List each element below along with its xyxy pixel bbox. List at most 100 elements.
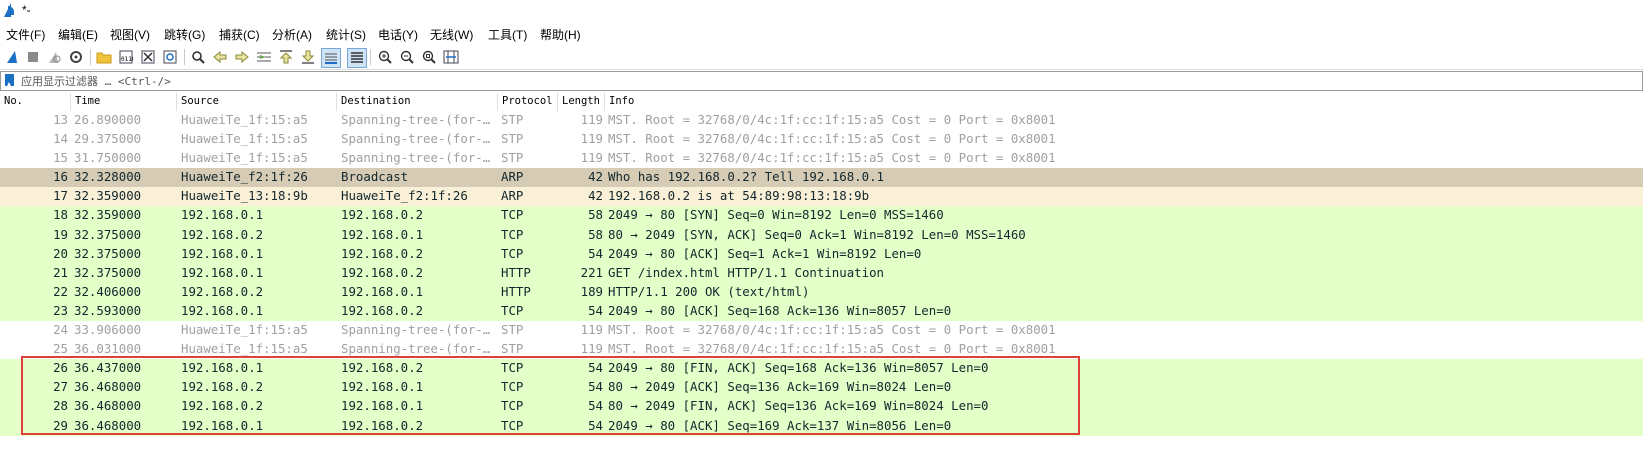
packet-row[interactable]: 27 36.468000 192.168.0.2 192.168.0.1 TCP 54 80… <box>0 378 1643 398</box>
open-folder-icon[interactable] <box>95 48 113 66</box>
column-divider[interactable] <box>497 93 498 111</box>
packet-length: 54 <box>588 302 603 318</box>
packet-row[interactable]: 20 32.375000 192.168.0.1 192.168.0.2 TCP 54 20… <box>0 244 1643 264</box>
menu-analyze[interactable]: 分析(A) <box>272 26 312 43</box>
stop-icon[interactable] <box>24 48 42 66</box>
column-header-destination[interactable]: Destination <box>341 95 411 107</box>
packet-row[interactable]: 29 36.468000 192.168.0.1 192.168.0.2 TCP 54 20… <box>0 416 1643 436</box>
packet-time: 36.468000 <box>74 379 142 395</box>
packet-info: 2049 → 80 [ACK] Seq=168 Ack=136 Win=8057… <box>608 302 952 318</box>
packet-row[interactable]: 15 31.750000 HuaweiTe_1f:15:a5 Spanning-tre… <box>0 149 1643 169</box>
menu-wireless[interactable]: 无线(W) <box>430 26 473 43</box>
packet-row[interactable]: 22 32.406000 192.168.0.2 192.168.0.1 HTTP 189… <box>0 282 1643 302</box>
packet-row[interactable]: 21 32.375000 192.168.0.1 192.168.0.2 HTTP 221… <box>0 263 1643 283</box>
column-divider[interactable] <box>557 93 558 111</box>
packet-destination: 192.168.0.2 <box>341 302 424 318</box>
packet-row[interactable]: 16 32.328000 HuaweiTe_f2:1f:26 Broadcast ARP… <box>0 168 1643 188</box>
packet-destination: 192.168.0.1 <box>341 226 424 242</box>
packet-no: 13 <box>53 112 68 127</box>
column-header-info[interactable]: Info <box>609 95 634 107</box>
packet-length: 119 <box>580 150 603 166</box>
column-divider[interactable] <box>70 93 71 111</box>
packet-row[interactable]: 25 36.031000 HuaweiTe_1f:15:a5 Spanning-tre… <box>0 340 1643 360</box>
go-to-packet-icon[interactable] <box>255 48 273 66</box>
packet-info: 80 → 2049 [FIN, ACK] Seq=136 Ack=169 Win… <box>608 398 989 414</box>
packet-no: 17 <box>53 188 68 204</box>
packet-destination: 192.168.0.2 <box>341 360 424 376</box>
packet-destination: Spanning-tree-(for-… <box>341 150 491 166</box>
packet-row[interactable]: 28 36.468000 192.168.0.2 192.168.0.1 TCP 54 80… <box>0 397 1643 417</box>
packet-time: 33.906000 <box>74 322 142 338</box>
packet-protocol: TCP <box>501 360 524 376</box>
packet-info: GET /index.html HTTP/1.1 Continuation <box>608 264 885 280</box>
resize-columns-icon[interactable] <box>442 48 460 66</box>
colorize-icon[interactable] <box>347 48 367 68</box>
normal-size-icon[interactable] <box>420 48 438 66</box>
packet-source: HuaweiTe_1f:15:a5 <box>181 341 308 357</box>
menu-help[interactable]: 帮助(H) <box>540 26 581 43</box>
filter-bookmark-icon[interactable] <box>5 74 14 86</box>
column-header-protocol[interactable]: Protocol <box>502 95 553 107</box>
packet-row[interactable]: 24 33.906000 HuaweiTe_1f:15:a5 Spanning-tre… <box>0 321 1643 341</box>
restart-icon[interactable] <box>45 48 63 66</box>
packet-row[interactable]: 14 29.375000 HuaweiTe_1f:15:a5 Spanning-tre… <box>0 130 1643 150</box>
shark-fin-start-icon[interactable] <box>3 48 21 66</box>
column-header-source[interactable]: Source <box>181 95 219 107</box>
packet-row[interactable]: 17 32.359000 HuaweiTe_13:18:9b HuaweiTe_f2:… <box>0 187 1643 207</box>
back-arrow-icon[interactable] <box>211 48 229 66</box>
packet-row[interactable]: 19 32.375000 192.168.0.2 192.168.0.1 TCP 58 80… <box>0 225 1643 245</box>
menu-statistics[interactable]: 统计(S) <box>326 26 366 43</box>
last-packet-icon[interactable] <box>299 48 317 66</box>
packet-info: 80 → 2049 [ACK] Seq=136 Ack=169 Win=8024… <box>608 379 952 395</box>
packet-time: 32.359000 <box>74 207 142 223</box>
menu-capture[interactable]: 捕获(C) <box>219 26 260 43</box>
packet-no: 28 <box>53 398 68 414</box>
packet-no: 22 <box>53 283 68 299</box>
packet-row[interactable]: 18 32.359000 192.168.0.1 192.168.0.2 TCP 58 20… <box>0 206 1643 226</box>
packet-source: 192.168.0.1 <box>181 245 264 261</box>
zoom-in-icon[interactable] <box>376 48 394 66</box>
forward-arrow-icon[interactable] <box>233 48 251 66</box>
zoom-out-icon[interactable] <box>398 48 416 66</box>
column-header-length[interactable]: Length <box>562 95 600 107</box>
packet-no: 25 <box>53 341 68 357</box>
packet-source: 192.168.0.2 <box>181 379 264 395</box>
packet-no: 18 <box>53 207 68 223</box>
column-divider[interactable] <box>336 93 337 111</box>
packet-row[interactable]: 13 26.890000 HuaweiTe_1f:15:a5 Spanning-tre… <box>0 111 1643 131</box>
packet-source: 192.168.0.2 <box>181 226 264 242</box>
menu-bar: 文件(F) 编辑(E) 视图(V) 跳转(G) 捕获(C) 分析(A) 统计(S… <box>0 24 1643 44</box>
first-packet-icon[interactable] <box>277 48 295 66</box>
close-file-icon[interactable] <box>139 48 157 66</box>
packet-time: 32.359000 <box>74 188 142 204</box>
column-divider[interactable] <box>176 93 177 111</box>
menu-go[interactable]: 跳转(G) <box>164 26 205 43</box>
packet-info: 2049 → 80 [ACK] Seq=1 Ack=1 Win=8192 Len… <box>608 245 922 261</box>
find-icon[interactable] <box>189 48 207 66</box>
packet-source: 192.168.0.2 <box>181 398 264 414</box>
reload-icon[interactable] <box>161 48 179 66</box>
packet-length: 54 <box>588 360 603 376</box>
packet-source: HuaweiTe_1f:15:a5 <box>181 112 308 127</box>
autoscroll-icon[interactable] <box>321 48 341 68</box>
display-filter-input[interactable] <box>21 73 1621 89</box>
menu-telephony[interactable]: 电话(Y) <box>378 26 418 43</box>
column-divider[interactable] <box>604 93 605 111</box>
menu-view[interactable]: 视图(V) <box>110 26 150 43</box>
packet-destination: Spanning-tree-(for-… <box>341 341 491 357</box>
main-toolbar: 0110 <box>0 45 1643 70</box>
packet-source: HuaweiTe_1f:15:a5 <box>181 131 308 147</box>
options-gear-icon[interactable] <box>67 48 85 66</box>
packet-row[interactable]: 26 36.437000 192.168.0.1 192.168.0.2 TCP 54 20… <box>0 359 1643 379</box>
column-header-time[interactable]: Time <box>75 95 100 107</box>
column-header-no[interactable]: No. <box>4 95 23 107</box>
menu-edit[interactable]: 编辑(E) <box>58 26 98 43</box>
packet-time: 36.468000 <box>74 417 142 433</box>
save-file-icon[interactable]: 0110 <box>117 48 135 66</box>
menu-file[interactable]: 文件(F) <box>6 26 45 43</box>
packet-row[interactable]: 23 32.593000 192.168.0.1 192.168.0.2 TCP 54 20… <box>0 301 1643 322</box>
packet-info: HTTP/1.1 200 OK (text/html) <box>608 283 810 299</box>
menu-tools[interactable]: 工具(T) <box>488 26 527 43</box>
packet-destination: 192.168.0.2 <box>341 264 424 280</box>
packet-length: 119 <box>580 112 603 127</box>
